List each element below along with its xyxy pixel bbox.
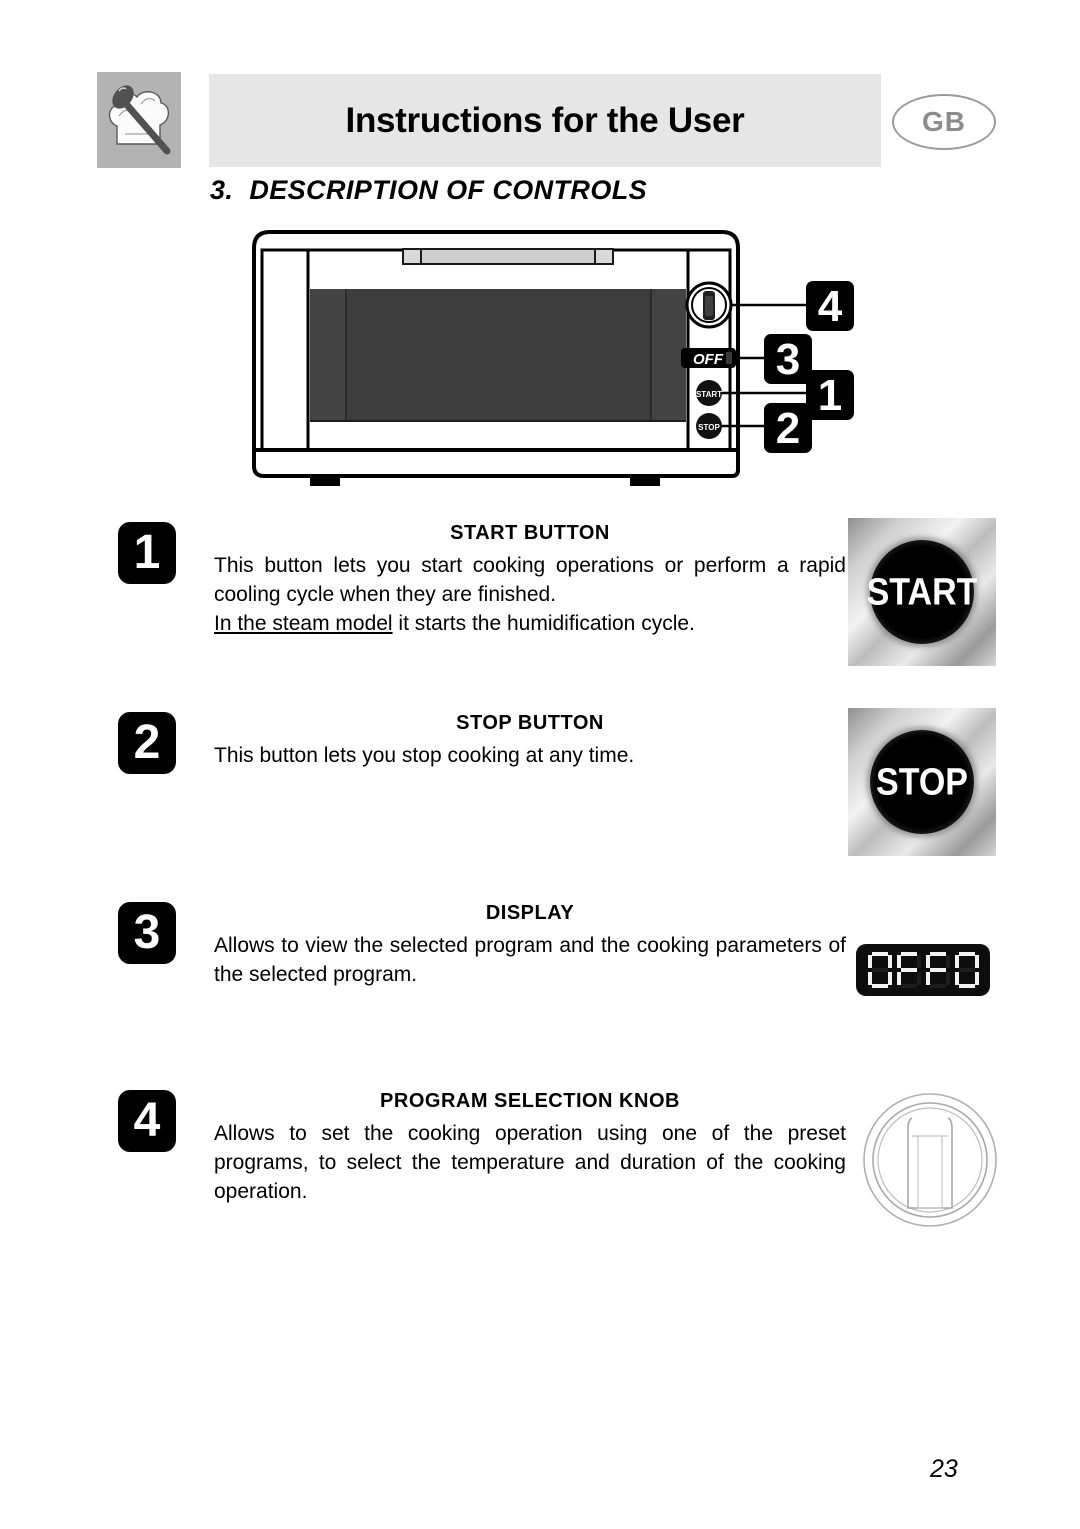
item-number-badge-4: 4: [118, 1090, 176, 1152]
page-title: Instructions for the User: [345, 100, 745, 140]
section-heading: 3. DESCRIPTION OF CONTROLS: [210, 175, 647, 206]
item-body-program-selection-knob: Allows to set the cooking operation usin…: [214, 1122, 846, 1203]
page-number: 23: [930, 1455, 958, 1483]
figure-start-button: START: [696, 380, 722, 406]
stop-button-photo: STOP: [848, 708, 996, 856]
oven-front-view-diagram: OFF START STOP 4 3 1 2: [248, 226, 888, 506]
item-heading-start-button: START BUTTON: [450, 522, 610, 544]
display-digit-3: [925, 952, 950, 988]
stop-button-photo-label: STOP: [876, 760, 968, 803]
display-digit-1: [867, 952, 892, 988]
figure-stop-button: STOP: [696, 413, 722, 439]
svg-text:1: 1: [818, 371, 842, 420]
item-body-start-button-tail: it starts the humidification cycle.: [392, 612, 695, 635]
section-title-text: DESCRIPTION OF CONTROLS: [249, 175, 648, 205]
language-badge-label: GB: [922, 106, 966, 137]
page-header: Instructions for the User GB: [97, 72, 997, 168]
language-badge-gb: GB: [892, 94, 996, 150]
header-title-band: Instructions for the User: [209, 74, 881, 167]
item-body-stop-button: This button lets you stop cooking at any…: [214, 744, 635, 767]
item-heading-program-selection-knob: PROGRAM SELECTION KNOB: [380, 1090, 680, 1112]
item-heading-display: DISPLAY: [485, 902, 575, 924]
svg-text:2: 2: [776, 404, 800, 453]
item-heading-stop-button: STOP BUTTON: [456, 712, 604, 734]
item-number-badge-2: 2: [118, 712, 176, 774]
item-body-underlined-steam-model: In the steam model: [214, 612, 393, 635]
item-number-badge-3: 3: [118, 902, 176, 964]
figure-callout-2: 2: [764, 403, 812, 453]
display-digit-4: [954, 952, 979, 988]
section-number: 3.: [210, 175, 234, 205]
item-body-start-button-line1: This button lets you start cooking opera…: [214, 554, 846, 606]
figure-callout-3: 3: [764, 334, 812, 384]
svg-text:3: 3: [776, 335, 800, 384]
svg-text:START: START: [696, 390, 722, 399]
start-button-photo-label: START: [866, 570, 978, 613]
start-button-photo: START: [848, 518, 996, 666]
display-photo: [856, 944, 990, 996]
svg-text:STOP: STOP: [698, 423, 720, 432]
item-body-display: Allows to view the selected program and …: [214, 934, 846, 986]
chef-hat-spoon-icon: [97, 72, 181, 168]
figure-display: OFF: [681, 348, 736, 368]
figure-knob: [685, 281, 733, 329]
item-number-badge-1: 1: [118, 522, 176, 584]
item-body-start-button-line2: In the steam model it starts the humidif…: [214, 609, 846, 638]
svg-text:4: 4: [818, 282, 843, 331]
program-selection-knob-drawing: [860, 1090, 1000, 1230]
svg-text:OFF: OFF: [693, 351, 724, 368]
figure-callout-1: 1: [806, 370, 854, 420]
display-digit-2: [896, 952, 921, 988]
figure-callout-4: 4: [806, 281, 854, 331]
